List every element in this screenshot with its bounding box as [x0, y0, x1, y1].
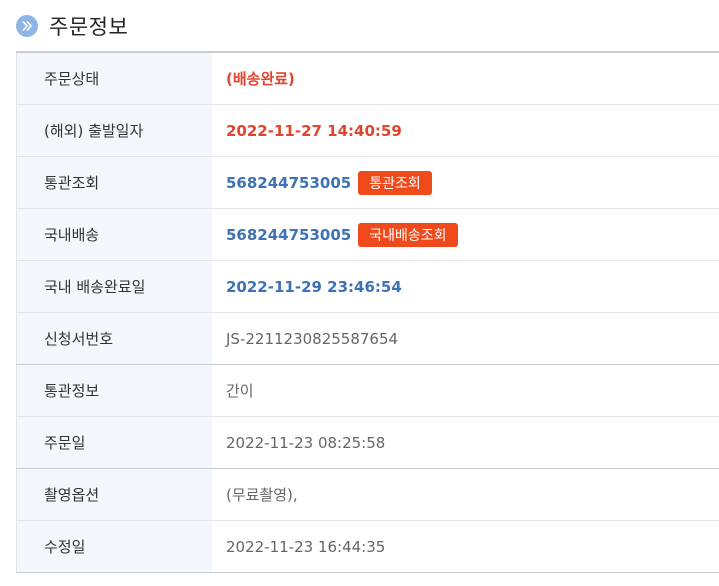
row-departure-date: (해외) 출발일자 2022-11-27 14:40:59 — [16, 105, 719, 157]
row-photo-option: 촬영옵션 (무료촬영), — [16, 468, 719, 521]
row-order-date: 주문일 2022-11-23 08:25:58 — [16, 417, 719, 469]
row-label: 통관조회 — [16, 157, 212, 208]
row-label: 촬영옵션 — [16, 469, 212, 520]
domestic-tracking-number: 568244753005 — [226, 225, 352, 244]
row-domestic-shipping: 국내배송 568244753005 국내배송조회 — [16, 209, 719, 261]
row-value-cell: 2022-11-27 14:40:59 — [212, 105, 719, 156]
row-label: 신청서번호 — [16, 313, 212, 364]
chevron-right-circle-icon — [16, 15, 38, 37]
order-status-value: (배송완료) — [226, 70, 295, 88]
domestic-shipping-lookup-button[interactable]: 국내배송조회 — [358, 222, 458, 247]
row-value-cell: 568244753005 국내배송조회 — [212, 209, 719, 260]
row-customs-lookup: 통관조회 568244753005 통관조회 — [16, 157, 719, 209]
row-label: 통관정보 — [16, 365, 212, 416]
row-order-status: 주문상태 (배송완료) — [16, 53, 719, 105]
row-value-cell: 568244753005 통관조회 — [212, 157, 719, 208]
order-date-value: 2022-11-23 08:25:58 — [226, 433, 386, 452]
modified-date-value: 2022-11-23 16:44:35 — [226, 537, 386, 556]
delivered-date-value: 2022-11-29 23:46:54 — [226, 277, 402, 296]
row-label: 주문상태 — [16, 53, 212, 104]
row-modified-date: 수정일 2022-11-23 16:44:35 — [16, 521, 719, 573]
customs-info-value: 간이 — [226, 382, 254, 400]
row-label: (해외) 출발일자 — [16, 105, 212, 156]
section-title: 주문정보 — [49, 15, 129, 39]
row-domestic-delivered-date: 국내 배송완료일 2022-11-29 23:46:54 — [16, 261, 719, 313]
row-label: 주문일 — [16, 417, 212, 468]
row-value-cell: 2022-11-23 16:44:35 — [212, 521, 719, 572]
row-label: 국내 배송완료일 — [16, 261, 212, 312]
row-customs-info: 통관정보 간이 — [16, 364, 719, 417]
application-number-value: JS-2211230825587654 — [226, 329, 399, 348]
row-label: 수정일 — [16, 521, 212, 572]
row-value-cell: 2022-11-23 08:25:58 — [212, 417, 719, 468]
row-value-cell: JS-2211230825587654 — [212, 313, 719, 364]
section-header: 주문정보 — [16, 12, 128, 40]
row-value-cell: (무료촬영), — [212, 469, 719, 520]
row-value-cell: 간이 — [212, 365, 719, 416]
customs-lookup-button[interactable]: 통관조회 — [358, 170, 432, 195]
photo-option-value: (무료촬영), — [226, 486, 298, 504]
row-application-number: 신청서번호 JS-2211230825587654 — [16, 313, 719, 365]
departure-date-value: 2022-11-27 14:40:59 — [226, 121, 402, 140]
row-value-cell: (배송완료) — [212, 53, 719, 104]
row-label: 국내배송 — [16, 209, 212, 260]
row-value-cell: 2022-11-29 23:46:54 — [212, 261, 719, 312]
order-info-table: 주문상태 (배송완료) (해외) 출발일자 2022-11-27 14:40:5… — [16, 51, 719, 573]
customs-tracking-number: 568244753005 — [226, 173, 352, 192]
